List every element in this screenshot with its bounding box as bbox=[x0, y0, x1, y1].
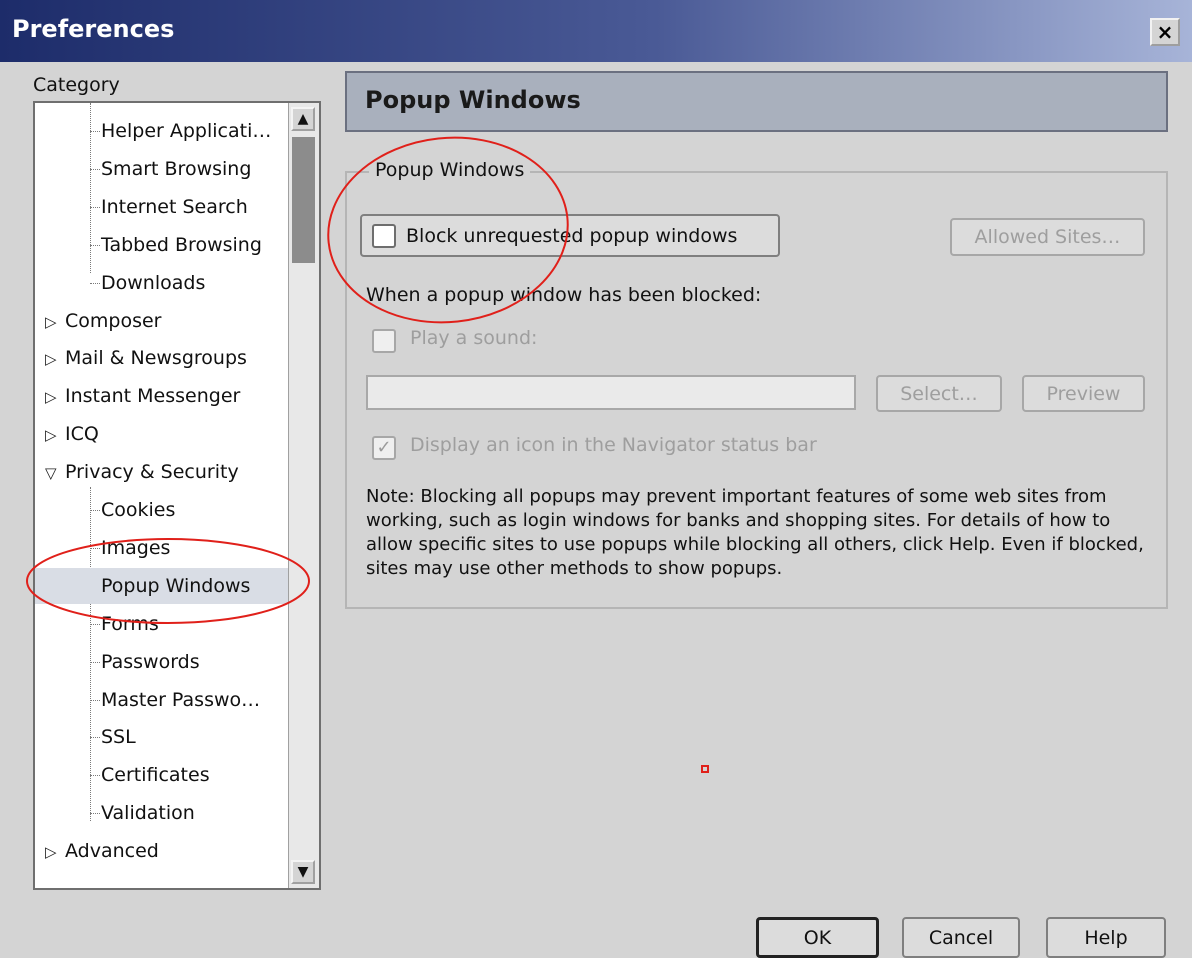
sidebar-item-icq[interactable]: ▷ ICQ bbox=[35, 416, 289, 452]
expanded-twisty-icon[interactable]: ▽ bbox=[45, 455, 65, 491]
sidebar-item-label: Popup Windows bbox=[101, 574, 251, 597]
help-button[interactable]: Help bbox=[1046, 917, 1166, 958]
scroll-thumb[interactable] bbox=[292, 137, 315, 263]
note-text: Note: Blocking all popups may prevent im… bbox=[366, 486, 1144, 579]
annotation-marker bbox=[701, 765, 709, 773]
select-button[interactable]: Select… bbox=[876, 375, 1002, 412]
sidebar-item-label: Mail & Newsgroups bbox=[65, 347, 247, 370]
sidebar-item-label: Downloads bbox=[101, 271, 206, 294]
sound-file-input[interactable] bbox=[366, 375, 856, 410]
category-label: Category bbox=[33, 74, 120, 96]
ok-button[interactable]: OK bbox=[756, 917, 879, 958]
sidebar-item-label: Internet Search bbox=[101, 195, 248, 218]
sidebar-item-label: SSL bbox=[101, 726, 136, 749]
preview-button[interactable]: Preview bbox=[1022, 375, 1145, 412]
block-popups-label: Block unrequested popup windows bbox=[406, 224, 738, 247]
close-icon[interactable]: × bbox=[1150, 18, 1180, 46]
play-sound-label: Play a sound: bbox=[410, 327, 538, 349]
collapsed-twisty-icon[interactable]: ▷ bbox=[45, 834, 65, 870]
sidebar-item-validation[interactable]: Validation bbox=[35, 795, 289, 831]
sidebar-item-popup-windows[interactable]: Popup Windows bbox=[35, 567, 289, 604]
sidebar-item-label: Forms bbox=[101, 612, 159, 635]
title-bar[interactable]: Preferences × bbox=[0, 0, 1192, 62]
sidebar-item-composer[interactable]: ▷ Composer bbox=[35, 303, 289, 339]
group-legend: Popup Windows bbox=[369, 159, 531, 181]
sidebar-item-passwords[interactable]: Passwords bbox=[35, 644, 289, 680]
play-sound-checkbox[interactable] bbox=[372, 329, 396, 353]
sidebar-item-forms[interactable]: Forms bbox=[35, 606, 289, 642]
sidebar-item-privacy-security[interactable]: ▽ Privacy & Security bbox=[35, 454, 289, 490]
status-icon-label: Display an icon in the Navigator status … bbox=[410, 434, 817, 456]
sidebar-item-ssl[interactable]: SSL bbox=[35, 719, 289, 755]
blocked-caption: When a popup window has been blocked: bbox=[366, 284, 762, 306]
window-title: Preferences bbox=[12, 15, 175, 43]
sidebar-item-label: Composer bbox=[65, 309, 162, 332]
preferences-window: Preferences × Category Helper Applicati…… bbox=[0, 0, 1192, 958]
sidebar-item-label: Helper Applicati… bbox=[101, 120, 272, 142]
scroll-down-icon[interactable]: ▼ bbox=[291, 860, 315, 884]
sidebar-item-label: ICQ bbox=[65, 423, 99, 446]
sidebar-item-advanced[interactable]: ▷ Advanced bbox=[35, 833, 289, 869]
cancel-button[interactable]: Cancel bbox=[902, 917, 1020, 958]
sidebar-item-label: Smart Browsing bbox=[101, 157, 252, 180]
sidebar-item-label: Certificates bbox=[101, 764, 210, 787]
sidebar-item-instant-messenger[interactable]: ▷ Instant Messenger bbox=[35, 378, 289, 414]
sidebar-item-internet-search[interactable]: Internet Search bbox=[35, 189, 289, 225]
sidebar-item-label: Master Passwo… bbox=[101, 688, 261, 711]
category-tree[interactable]: Helper Applicati… Smart Browsing Internet … bbox=[33, 101, 321, 890]
sidebar-item-label: Instant Messenger bbox=[65, 385, 241, 408]
sidebar-item-label: Images bbox=[101, 536, 171, 559]
sidebar-item-certificates[interactable]: Certificates bbox=[35, 757, 289, 793]
block-popups-checkbox[interactable] bbox=[372, 223, 396, 248]
collapsed-twisty-icon[interactable]: ▷ bbox=[45, 379, 65, 415]
sidebar-item-label: Advanced bbox=[65, 840, 159, 863]
collapsed-twisty-icon[interactable]: ▷ bbox=[45, 304, 65, 340]
sidebar-item-images[interactable]: Images bbox=[35, 530, 289, 566]
sidebar-item-mail-newsgroups[interactable]: ▷ Mail & Newsgroups bbox=[35, 340, 289, 376]
sidebar-item-label: Privacy & Security bbox=[65, 461, 239, 484]
sidebar-item-master-passwo[interactable]: Master Passwo… bbox=[35, 682, 289, 718]
collapsed-twisty-icon[interactable]: ▷ bbox=[45, 341, 65, 377]
sidebar-item-label: Validation bbox=[101, 802, 195, 825]
panel-header: Popup Windows bbox=[345, 71, 1168, 132]
allowed-sites-button[interactable]: Allowed Sites… bbox=[950, 218, 1145, 256]
sidebar-item-label: Tabbed Browsing bbox=[101, 233, 262, 256]
collapsed-twisty-icon[interactable]: ▷ bbox=[45, 417, 65, 453]
scroll-up-icon[interactable]: ▲ bbox=[291, 107, 315, 131]
panel-title: Popup Windows bbox=[365, 86, 581, 114]
status-icon-checkbox[interactable]: ✓ bbox=[372, 436, 396, 460]
sidebar-item-label: Passwords bbox=[101, 650, 200, 673]
sidebar-item-helper-applicati[interactable]: Helper Applicati… bbox=[35, 113, 289, 149]
block-popups-checkbox-button[interactable]: Block unrequested popup windows bbox=[360, 214, 780, 257]
sidebar-item-cookies[interactable]: Cookies bbox=[35, 492, 289, 528]
sidebar-item-tabbed-browsing[interactable]: Tabbed Browsing bbox=[35, 227, 289, 263]
sidebar-item-downloads[interactable]: Downloads bbox=[35, 265, 289, 301]
sidebar-item-label: Cookies bbox=[101, 499, 176, 521]
sidebar-item-smart-browsing[interactable]: Smart Browsing bbox=[35, 151, 289, 187]
tree-scrollbar[interactable]: ▲ ▼ bbox=[288, 103, 319, 888]
